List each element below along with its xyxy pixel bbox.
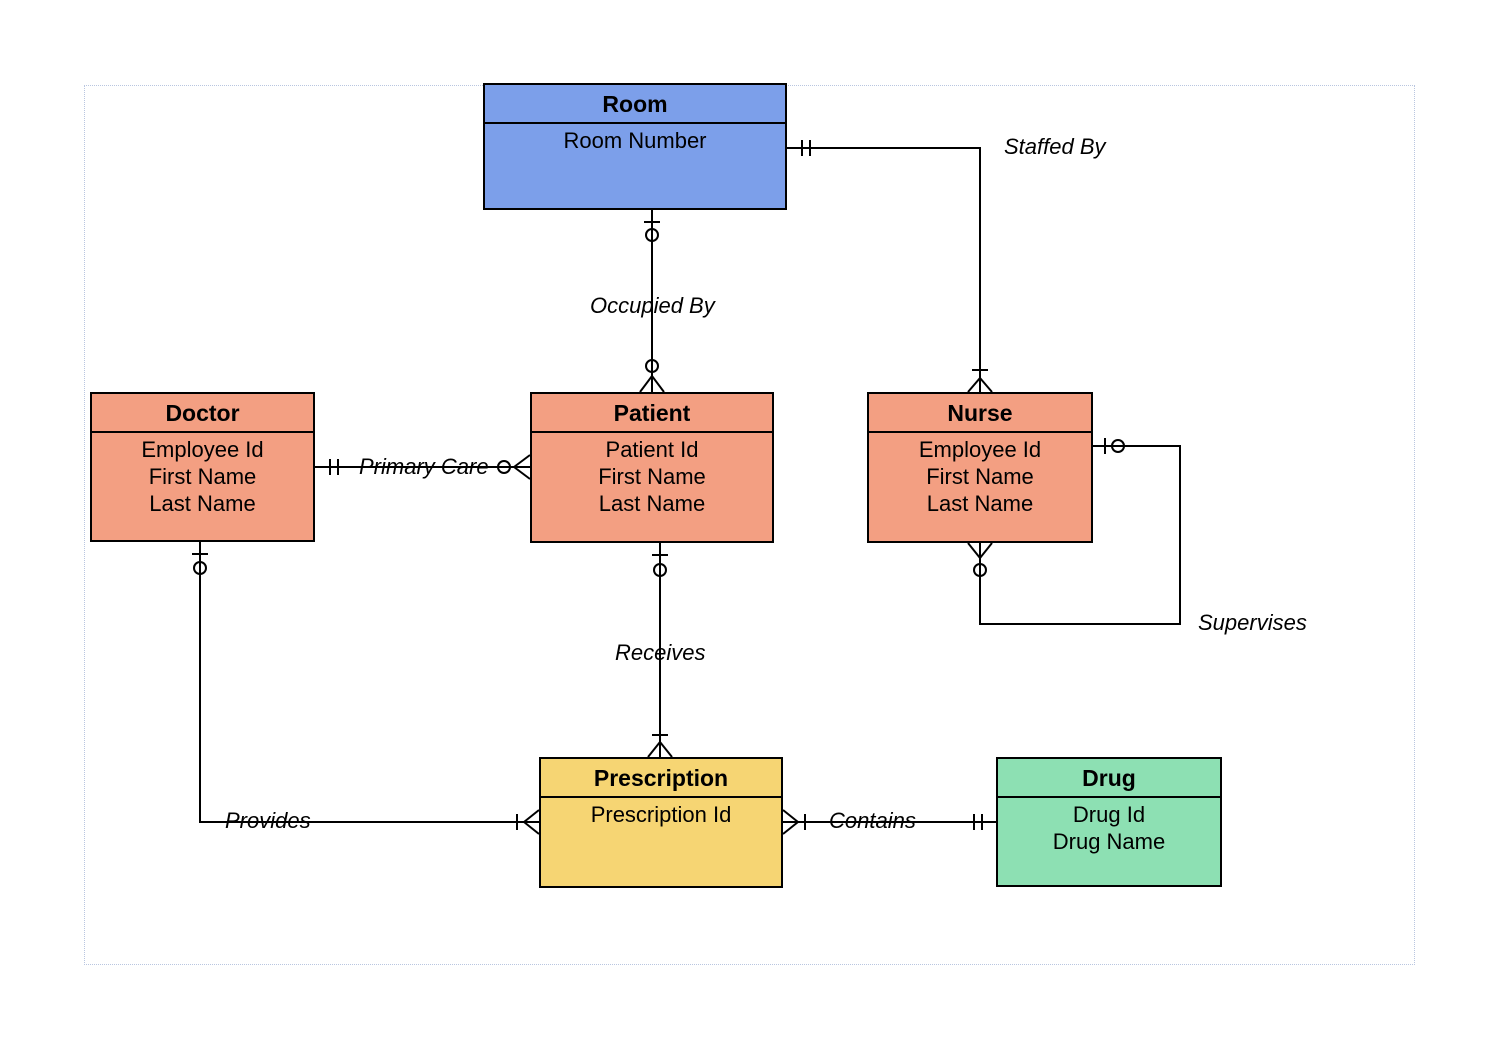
entity-prescription-attr: Prescription Id (541, 802, 781, 829)
rel-label-occupied-by: Occupied By (590, 293, 715, 319)
entity-patient-title: Patient (532, 394, 772, 433)
entity-drug-attr: Drug Id (998, 802, 1220, 829)
entity-doctor-attr: Last Name (92, 491, 313, 518)
entity-nurse-attr: First Name (869, 464, 1091, 491)
entity-room-attrs: Room Number (485, 124, 785, 155)
entity-room-title: Room (485, 85, 785, 124)
entity-nurse-attr: Employee Id (869, 437, 1091, 464)
entity-doctor-attr: First Name (92, 464, 313, 491)
entity-doctor[interactable]: Doctor Employee Id First Name Last Name (90, 392, 315, 542)
entity-doctor-title: Doctor (92, 394, 313, 433)
rel-label-staffed-by: Staffed By (1004, 134, 1106, 160)
entity-drug-attrs: Drug Id Drug Name (998, 798, 1220, 856)
rel-label-contains: Contains (829, 808, 916, 834)
entity-patient-attrs: Patient Id First Name Last Name (532, 433, 772, 517)
rel-label-supervises: Supervises (1198, 610, 1307, 636)
rel-label-primary-care: Primary Care (359, 454, 489, 480)
rel-label-provides: Provides (225, 808, 311, 834)
entity-drug-title: Drug (998, 759, 1220, 798)
entity-doctor-attrs: Employee Id First Name Last Name (92, 433, 313, 517)
entity-doctor-attr: Employee Id (92, 437, 313, 464)
entity-patient-attr: Last Name (532, 491, 772, 518)
entity-prescription-attrs: Prescription Id (541, 798, 781, 829)
rel-label-receives: Receives (615, 640, 705, 666)
entity-room[interactable]: Room Room Number (483, 83, 787, 210)
entity-patient[interactable]: Patient Patient Id First Name Last Name (530, 392, 774, 543)
entity-patient-attr: Patient Id (532, 437, 772, 464)
entity-patient-attr: First Name (532, 464, 772, 491)
entity-nurse[interactable]: Nurse Employee Id First Name Last Name (867, 392, 1093, 543)
entity-nurse-attr: Last Name (869, 491, 1091, 518)
entity-prescription[interactable]: Prescription Prescription Id (539, 757, 783, 888)
entity-nurse-attrs: Employee Id First Name Last Name (869, 433, 1091, 517)
rel-staffed-by-line (787, 148, 980, 392)
entity-drug-attr: Drug Name (998, 829, 1220, 856)
entity-nurse-title: Nurse (869, 394, 1091, 433)
entity-room-attr: Room Number (485, 128, 785, 155)
entity-prescription-title: Prescription (541, 759, 781, 798)
entity-drug[interactable]: Drug Drug Id Drug Name (996, 757, 1222, 887)
rel-provides-line (200, 542, 539, 822)
